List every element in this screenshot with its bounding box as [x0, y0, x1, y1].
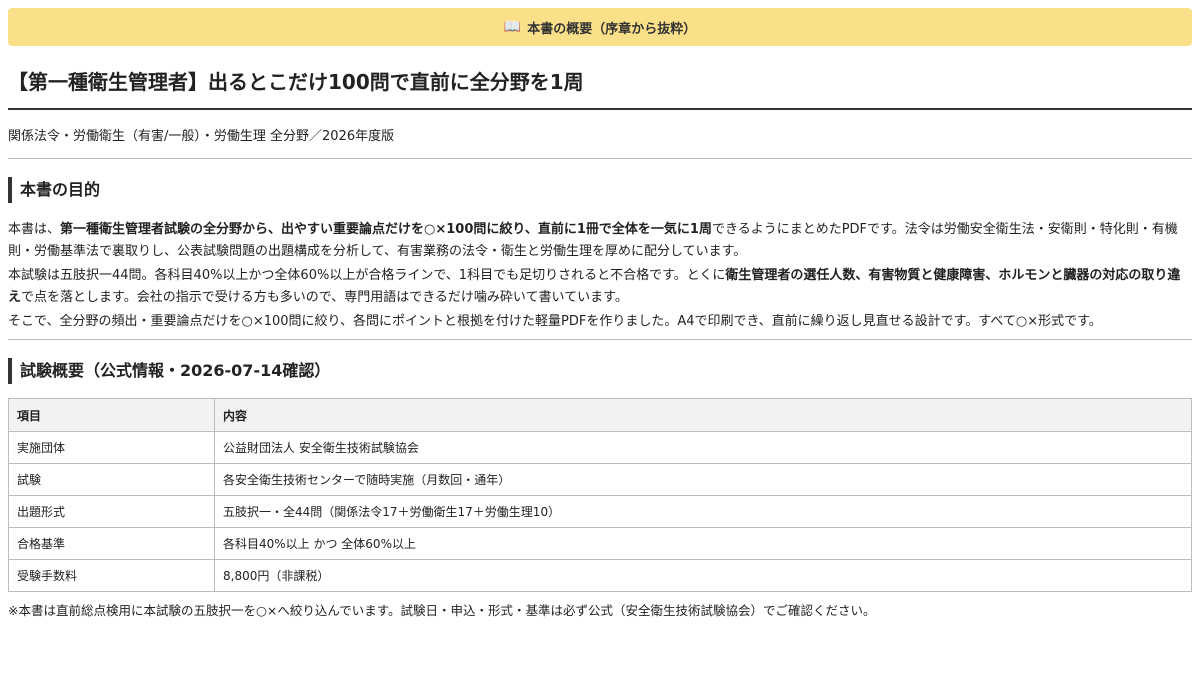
page: 📖 本書の概要（序章から抜粋） 【第一種衛生管理者】出るとこだけ100問で直前に…	[0, 8, 1200, 620]
page-subtitle: 関係法令・労働衛生（有害/一般）・労働生理 全分野／2026年度版	[8, 110, 1192, 159]
table-cell-item: 合格基準	[8, 527, 215, 560]
column-header-content: 内容	[214, 398, 1192, 432]
open-book-icon: 📖	[503, 19, 522, 35]
table-row: 試験 各安全衛生技術センターで随時実施（月数回・通年）	[8, 463, 1192, 496]
purpose-paragraph-3: そこで、全分野の頻出・重要論点だけを○×100問に絞り、各問にポイントと根拠を付…	[8, 314, 1102, 329]
table-cell-content: 8,800円（非課税）	[214, 559, 1192, 592]
table-cell-content: 公益財団法人 安全衛生技術試験協会	[214, 431, 1192, 464]
paragraph-text: 本試験は五肢択一44問。各科目40%以上かつ全体60%以上が合格ラインで、1科目…	[8, 268, 726, 283]
table-cell-item: 実施団体	[8, 431, 215, 464]
paragraph-text: 本書は、	[8, 222, 61, 237]
banner-text: 本書の概要（序章から抜粋）	[527, 21, 697, 37]
table-cell-item: 試験	[8, 463, 215, 496]
table-row: 出題形式 五肢択一・全44問（関係法令17＋労働衛生17＋労働生理10）	[8, 495, 1192, 528]
page-title: 【第一種衛生管理者】出るとこだけ100問で直前に全分野を1周	[8, 68, 1192, 110]
section-heading-purpose: 本書の目的	[8, 177, 1192, 203]
table-cell-content: 各安全衛生技術センターで随時実施（月数回・通年）	[214, 463, 1192, 496]
table-cell-item: 出題形式	[8, 495, 215, 528]
table-cell-content: 五肢択一・全44問（関係法令17＋労働衛生17＋労働生理10）	[214, 495, 1192, 528]
table-row: 受験手数料 8,800円（非課税）	[8, 559, 1192, 592]
table-row: 合格基準 各科目40%以上 かつ 全体60%以上	[8, 527, 1192, 560]
exam-info-table: 項目 内容 実施団体 公益財団法人 安全衛生技術試験協会 試験 各安全衛生技術セ…	[8, 398, 1192, 592]
column-header-item: 項目	[8, 398, 215, 432]
table-cell-content: 各科目40%以上 かつ 全体60%以上	[214, 527, 1192, 560]
paragraph-emphasis: 第一種衛生管理者試験の全分野から、出やすい重要論点だけを○×100問に絞り、直前…	[60, 222, 712, 237]
table-header-row: 項目 内容	[8, 398, 1192, 432]
purpose-paragraph-2: 本試験は五肢択一44問。各科目40%以上かつ全体60%以上が合格ラインで、1科目…	[8, 265, 1192, 309]
divider	[8, 339, 1192, 340]
footnote: ※本書は直前総点検用に本試験の五肢択一を○×へ絞り込んでいます。試験日・申込・形…	[8, 603, 876, 618]
section-heading-exam: 試験概要（公式情報・2026-07-14確認）	[8, 358, 1192, 384]
table-cell-item: 受験手数料	[8, 559, 215, 592]
table-row: 実施団体 公益財団法人 安全衛生技術試験協会	[8, 431, 1192, 464]
paragraph-text: で点を落とします。会社の指示で受ける方も多いので、専門用語はできるだけ噛み砕いて…	[21, 290, 628, 305]
overview-banner: 📖 本書の概要（序章から抜粋）	[8, 8, 1192, 46]
purpose-paragraph-1: 本書は、第一種衛生管理者試験の全分野から、出やすい重要論点だけを○×100問に絞…	[8, 219, 1192, 263]
